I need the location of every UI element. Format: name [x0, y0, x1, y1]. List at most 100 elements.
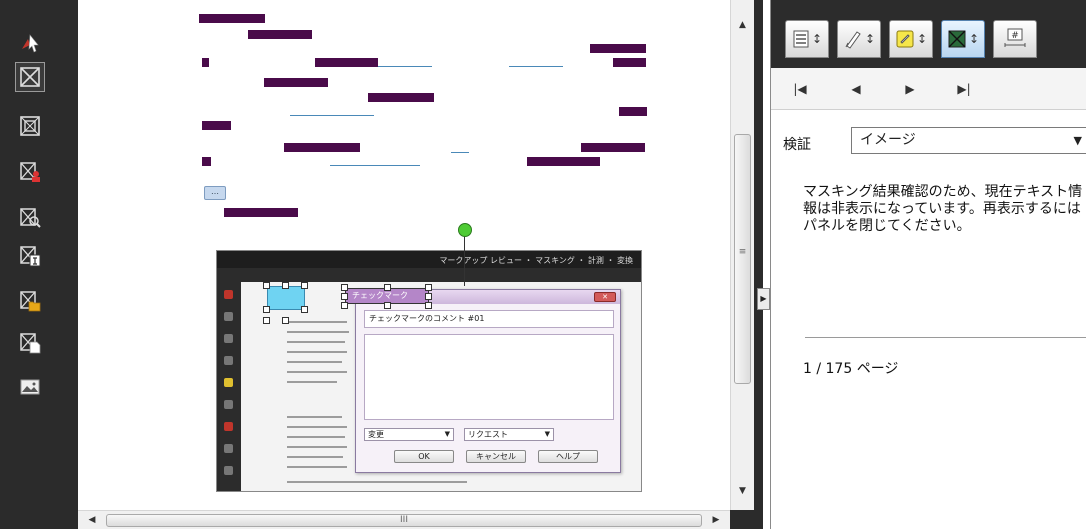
- embedded-tool-rail: [217, 282, 241, 491]
- embedded-text-line: [287, 446, 347, 448]
- embedded-text-line: [287, 371, 347, 373]
- page-count: 1 / 175 ページ: [803, 361, 899, 377]
- redaction-block: [368, 93, 434, 102]
- embedded-tool-icon: [224, 312, 233, 321]
- grip-icon: III: [400, 515, 408, 525]
- embedded-menu-label: マークアップ レビュー ・ マスキング ・ 計測 ・ 変換: [439, 256, 633, 265]
- grip-icon: ≡: [738, 247, 747, 257]
- resize-handle: [282, 282, 289, 289]
- resize-handle: [341, 284, 348, 291]
- collapse-panel-button[interactable]: ▶: [757, 288, 770, 310]
- page-navigation: |◀ ◀ ▶ ▶|: [771, 68, 1086, 110]
- previous-page-button[interactable]: ◀: [845, 78, 867, 100]
- mask-text-icon[interactable]: [15, 241, 45, 271]
- sort-icon: ↕: [811, 32, 823, 46]
- redaction-block: [619, 107, 647, 116]
- embedded-text-line: [287, 466, 347, 468]
- embedded-text-line: [287, 331, 349, 333]
- resize-handle: [301, 282, 308, 289]
- mask-image-icon[interactable]: [15, 372, 45, 402]
- resize-handle: [425, 302, 432, 309]
- type-select-value: リクエスト: [468, 430, 508, 439]
- selected-rectangle-shape: [267, 286, 305, 310]
- document-canvas[interactable]: … マークアップ レビュー ・ マスキング ・ 計測 ・ 変換 ✕ チェックマー…: [78, 0, 730, 510]
- divider: [805, 337, 1086, 338]
- tab-note[interactable]: ↕: [889, 20, 933, 58]
- embedded-text-line: [287, 481, 467, 483]
- redaction-block: [590, 44, 646, 53]
- sort-icon: ↕: [916, 32, 928, 46]
- horizontal-scrollbar[interactable]: ◀ III ▶: [78, 510, 730, 529]
- note-icon[interactable]: …: [204, 186, 226, 200]
- scroll-down-button[interactable]: ▼: [731, 482, 754, 500]
- embedded-text-line: [287, 321, 347, 323]
- embedded-tool-icon: [224, 378, 233, 387]
- embedded-screenshot: マークアップ レビュー ・ マスキング ・ 計測 ・ 変換 ✕ チェックマークの…: [216, 250, 642, 492]
- mask-tab-icon: [948, 30, 966, 48]
- chevron-down-icon: ▼: [444, 430, 450, 438]
- verify-label: 検証: [783, 137, 811, 153]
- tab-number[interactable]: #: [993, 20, 1037, 58]
- rotate-handle[interactable]: [458, 223, 472, 237]
- resize-handle: [384, 284, 391, 291]
- embedded-menu-bar: マークアップ レビュー ・ マスキング ・ 計測 ・ 変換: [217, 251, 641, 268]
- redaction-block: [315, 58, 378, 67]
- panel-tab-bar: ↕ ↕ ↕ ↕ #: [771, 0, 1086, 68]
- redaction-block: [264, 78, 328, 87]
- redaction-block: [581, 143, 645, 152]
- sort-icon: ↕: [968, 32, 980, 46]
- next-page-button[interactable]: ▶: [899, 78, 921, 100]
- embedded-tool-icon: [224, 422, 233, 431]
- panel-splitter: [754, 0, 763, 529]
- mask-area-icon[interactable]: [15, 62, 45, 92]
- resize-handle: [341, 302, 348, 309]
- tab-list[interactable]: ↕: [785, 20, 829, 58]
- first-page-button[interactable]: |◀: [789, 78, 811, 100]
- resize-handle: [384, 302, 391, 309]
- text-underline: [509, 66, 563, 67]
- mask-person-icon[interactable]: [15, 157, 45, 187]
- mask-search-icon[interactable]: [15, 203, 45, 233]
- horizontal-scroll-thumb[interactable]: III: [106, 514, 702, 527]
- redaction-block: [248, 30, 312, 39]
- tab-masking[interactable]: ↕: [941, 20, 985, 58]
- tab-pen[interactable]: ↕: [837, 20, 881, 58]
- note-icon: [896, 30, 914, 48]
- resize-handle: [341, 293, 348, 300]
- masking-status-message: マスキング結果確認のため、現在テキスト情報は非表示になっています。再表示するには…: [803, 184, 1083, 234]
- scroll-left-button[interactable]: ◀: [82, 511, 102, 529]
- masking-tool-rail: [0, 0, 78, 529]
- redaction-block: [202, 58, 209, 67]
- redaction-block: [224, 208, 298, 217]
- status-select-value: 変更: [368, 430, 384, 439]
- embedded-text-line: [287, 351, 347, 353]
- embedded-tool-icon: [224, 334, 233, 343]
- list-icon: [793, 30, 809, 48]
- masking-panel: ↕ ↕ ↕ ↕ # |◀ ◀ ▶ ▶| 検証 イメージ ▼ マスキング結果確認の…: [770, 0, 1086, 529]
- embedded-tool-icon: [224, 400, 233, 409]
- comment-title-field: チェックマークのコメント #01: [364, 310, 614, 328]
- verify-mode-select[interactable]: イメージ ▼: [851, 127, 1086, 154]
- scroll-up-button[interactable]: ▲: [731, 16, 754, 34]
- svg-text:#: #: [1011, 31, 1019, 41]
- sort-icon: ↕: [864, 32, 876, 46]
- mask-folder-icon[interactable]: [15, 286, 45, 316]
- embedded-tool-icon: [224, 290, 233, 299]
- embedded-text-line: [287, 381, 337, 383]
- comment-text-area: [364, 334, 614, 420]
- vertical-scroll-thumb[interactable]: ≡: [734, 134, 751, 384]
- scroll-right-button[interactable]: ▶: [706, 511, 726, 529]
- cancel-button: キャンセル: [466, 450, 526, 463]
- text-underline: [378, 66, 432, 67]
- embedded-text-line: [287, 436, 345, 438]
- mask-page-icon[interactable]: [15, 328, 45, 358]
- vertical-scrollbar[interactable]: ▲ ≡ ▼: [730, 0, 754, 510]
- last-page-button[interactable]: ▶|: [953, 78, 975, 100]
- type-select: リクエスト ▼: [464, 428, 554, 441]
- select-cursor-icon[interactable]: [15, 28, 45, 58]
- resize-handle: [263, 306, 270, 313]
- chevron-down-icon: ▼: [1073, 134, 1082, 147]
- mask-region-icon[interactable]: [15, 111, 45, 141]
- text-underline: [330, 165, 420, 166]
- chevron-down-icon: ▼: [544, 430, 550, 438]
